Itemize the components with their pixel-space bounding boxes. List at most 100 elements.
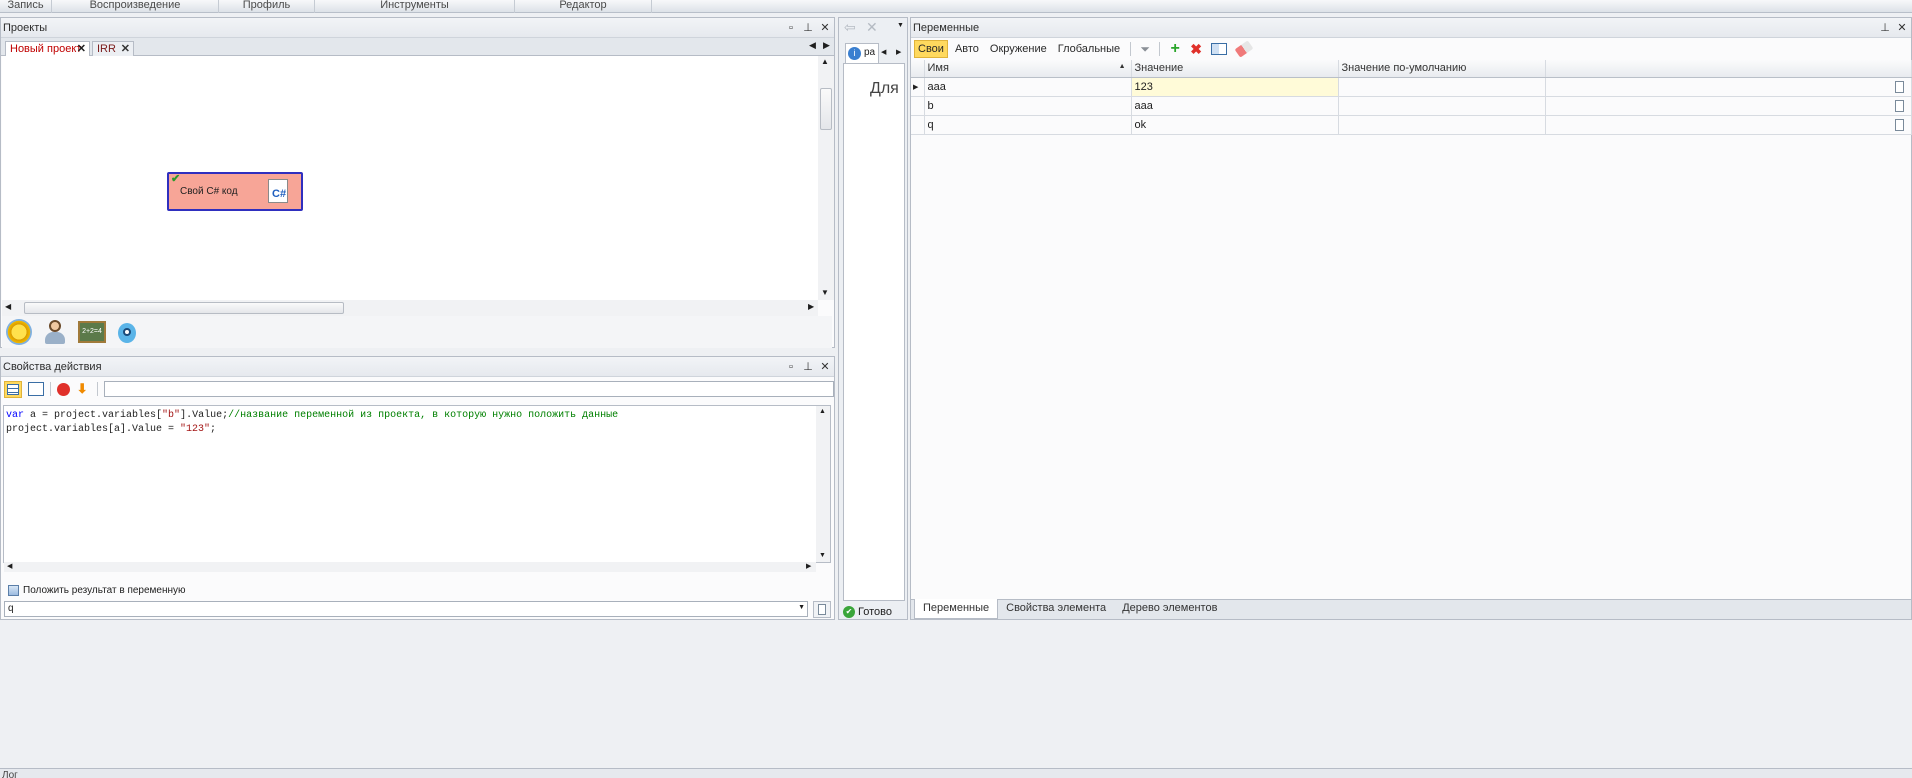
scroll-left-icon[interactable]: ◀: [5, 302, 11, 311]
browser-nav: ⇦ ✕ ▼: [839, 18, 907, 38]
column-header-name[interactable]: Имя ▲: [924, 60, 1132, 78]
variable-default-cell[interactable]: [1338, 77, 1546, 97]
menu-item-editor[interactable]: Редактор: [515, 0, 652, 13]
edit-form-icon[interactable]: [28, 382, 44, 396]
result-checkbox-row[interactable]: Положить результат в переменную: [8, 585, 186, 596]
code-line[interactable]: project.variables[a].Value = "123";: [6, 423, 828, 437]
ok-check-icon: ✔: [843, 606, 855, 618]
scroll-right-icon[interactable]: ▶: [808, 302, 814, 311]
code-token: ].Value;: [180, 410, 229, 421]
eraser-icon[interactable]: [1234, 40, 1254, 58]
pin-icon[interactable]: ⊥: [803, 357, 813, 377]
variable-name-cell[interactable]: b: [924, 96, 1132, 116]
table-view-icon[interactable]: [4, 380, 22, 398]
add-variable-icon[interactable]: +: [1166, 40, 1184, 58]
close-icon[interactable]: ✕: [820, 357, 830, 377]
table-row[interactable]: q ok: [911, 115, 1912, 135]
copy-icon[interactable]: [1890, 96, 1912, 116]
user-profile-icon[interactable]: [42, 319, 68, 345]
close-icon[interactable]: ✕: [820, 18, 830, 38]
close-icon[interactable]: ✕: [121, 42, 130, 56]
action-search-input[interactable]: [103, 381, 834, 397]
scroll-left-icon[interactable]: ◀: [7, 562, 12, 570]
filter-auto-button[interactable]: Авто: [951, 40, 983, 58]
menu-item-playback[interactable]: Воспроизведение: [52, 0, 219, 13]
row-indicator[interactable]: [911, 96, 925, 116]
vertical-scrollbar[interactable]: ▲ ▼: [818, 56, 834, 300]
chevron-left-icon[interactable]: ◀: [881, 48, 886, 56]
copy-icon[interactable]: [813, 601, 831, 618]
chevron-left-icon[interactable]: ◀: [809, 40, 816, 51]
variable-default-cell[interactable]: [1338, 115, 1546, 135]
table-row[interactable]: b aaa: [911, 96, 1912, 116]
column-header-default[interactable]: Значение по-умолчанию: [1338, 60, 1546, 78]
tab-variables[interactable]: Переменные: [914, 599, 999, 619]
tab-new-project[interactable]: Новый проект ✕: [5, 41, 90, 57]
column-header-value[interactable]: Значение: [1131, 60, 1339, 78]
scroll-up-icon[interactable]: ▲: [821, 57, 829, 66]
stop-icon[interactable]: [56, 382, 70, 396]
close-icon[interactable]: ✕: [1897, 18, 1907, 38]
row-indicator-header: [911, 60, 925, 78]
scroll-thumb[interactable]: [820, 88, 832, 130]
filter-own-button[interactable]: Свои: [914, 40, 948, 58]
chevron-right-icon[interactable]: ▶: [823, 40, 830, 51]
copy-icon[interactable]: [1890, 115, 1912, 135]
scroll-down-icon[interactable]: ▼: [821, 288, 829, 297]
tab-element-tree[interactable]: Дерево элементов: [1114, 599, 1225, 619]
arrow-down-icon[interactable]: ⬇: [77, 382, 91, 396]
variable-value-cell[interactable]: 123: [1131, 77, 1339, 97]
tab-element-properties[interactable]: Свойства элемента: [998, 599, 1114, 619]
scroll-thumb[interactable]: [24, 302, 344, 314]
menu-bar: Запись Воспроизведение Профиль Инструмен…: [0, 0, 1912, 13]
columns-view-icon[interactable]: [1211, 43, 1228, 55]
project-canvas[interactable]: ✔ Свой C# код C#: [2, 56, 818, 300]
chalkboard-icon[interactable]: 2+2=4: [78, 321, 106, 343]
filter-environment-button[interactable]: Окружение: [986, 40, 1051, 58]
pin-icon[interactable]: ⊥: [1880, 18, 1890, 38]
tab-irr[interactable]: IRR ✕: [92, 41, 134, 57]
browser-panel: ⇦ ✕ ▼ i ра ◀ ▶ Для в ✔ Готово: [838, 17, 908, 620]
settings-gears-icon[interactable]: [6, 319, 32, 345]
scroll-down-icon[interactable]: ▼: [819, 552, 826, 559]
menu-item-tools[interactable]: Инструменты: [315, 0, 515, 13]
delete-variable-icon[interactable]: ✖: [1187, 41, 1205, 58]
checkbox[interactable]: [8, 585, 19, 596]
result-variable-select[interactable]: q ▼: [4, 601, 808, 617]
back-arrow-icon[interactable]: ⇦: [844, 19, 856, 36]
action-node-csharp[interactable]: ✔ Свой C# код C#: [167, 172, 303, 211]
browser-viewport[interactable]: Для в: [843, 63, 905, 601]
code-content[interactable]: var a = project.variables["b"].Value;//н…: [4, 406, 830, 440]
variable-name-cell[interactable]: q: [924, 115, 1132, 135]
filter-global-button[interactable]: Глобальные: [1054, 40, 1124, 58]
maximize-icon[interactable]: ▫: [786, 357, 796, 377]
maximize-icon[interactable]: ▫: [786, 18, 796, 38]
close-icon[interactable]: ✕: [77, 42, 86, 56]
menu-item-profile[interactable]: Профиль: [219, 0, 315, 13]
copy-icon[interactable]: [1890, 77, 1912, 97]
scroll-up-icon[interactable]: ▲: [819, 408, 826, 415]
code-editor[interactable]: var a = project.variables["b"].Value;//н…: [3, 405, 831, 572]
code-vertical-scrollbar[interactable]: ▲ ▼: [816, 406, 830, 562]
variable-value-cell[interactable]: ok: [1131, 115, 1339, 135]
row-indicator[interactable]: [911, 115, 925, 135]
horizontal-scrollbar[interactable]: ◀ ▶: [2, 300, 818, 316]
stop-icon[interactable]: ✕: [866, 19, 878, 36]
scroll-right-icon[interactable]: ▶: [806, 562, 811, 570]
chevron-down-icon[interactable]: ▼: [897, 22, 904, 29]
chevron-down-icon[interactable]: ▼: [798, 604, 805, 611]
filter-funnel-icon[interactable]: ⏷: [1137, 42, 1153, 57]
row-indicator[interactable]: ▶: [911, 77, 925, 97]
pin-icon[interactable]: ⊥: [803, 18, 813, 38]
browser-tab[interactable]: i ра: [845, 43, 879, 63]
table-row[interactable]: ▶ aaa 123: [911, 77, 1912, 97]
variable-default-cell[interactable]: [1338, 96, 1546, 116]
chevron-right-icon[interactable]: ▶: [896, 48, 901, 56]
robot-icon[interactable]: [116, 319, 138, 345]
menu-item-record[interactable]: Запись: [0, 0, 52, 13]
code-line[interactable]: var a = project.variables["b"].Value;//н…: [6, 409, 828, 423]
result-variable-value: q: [8, 603, 14, 614]
code-horizontal-scrollbar[interactable]: ◀ ▶: [4, 562, 816, 572]
variable-value-cell[interactable]: aaa: [1131, 96, 1339, 116]
variable-name-cell[interactable]: aaa: [924, 77, 1132, 97]
